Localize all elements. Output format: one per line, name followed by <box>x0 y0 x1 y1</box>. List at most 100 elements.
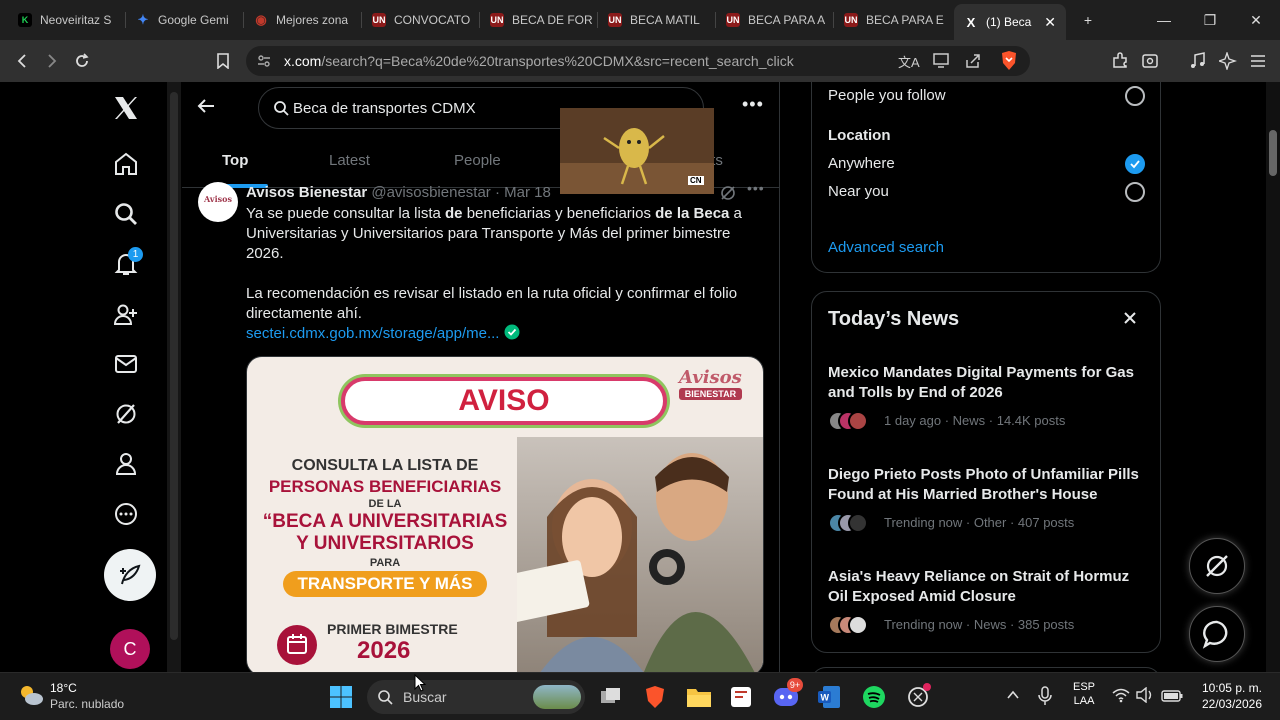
browser-tab[interactable]: K Neoveiritaz S <box>8 6 126 34</box>
brave-shield-icon[interactable] <box>1000 50 1018 76</box>
cast-icon[interactable] <box>932 52 950 73</box>
news-avatars <box>828 513 876 533</box>
weather-desc[interactable]: Parc. nublado <box>50 697 124 711</box>
floating-video-player[interactable]: CN <box>560 108 714 194</box>
start-button[interactable] <box>326 682 356 712</box>
forward-icon[interactable] <box>38 48 64 74</box>
share-icon[interactable] <box>964 52 982 75</box>
post-image[interactable]: AVISO Avisos BIENESTAR CONSULTA LA LISTA… <box>246 356 764 672</box>
browser-tab[interactable]: ◉ Mejores zona <box>244 6 362 34</box>
messages-icon[interactable] <box>106 344 146 384</box>
profile-icon[interactable] <box>106 444 146 484</box>
notification-badge: 1 <box>128 247 143 262</box>
tab-top[interactable]: Top <box>222 152 248 169</box>
account-avatar[interactable]: C <box>110 629 150 669</box>
page-scrollbar[interactable] <box>1266 82 1280 672</box>
browser-tab[interactable]: UN BECA PARA E <box>834 6 952 34</box>
anywhere-radio[interactable] <box>1125 154 1145 174</box>
anywhere-label[interactable]: Anywhere <box>828 155 895 172</box>
near-you-radio[interactable] <box>1125 182 1145 202</box>
notifications-icon[interactable]: 1 <box>106 244 146 284</box>
todays-news-card: Today’s News Mexico Mandates Digital Pay… <box>811 291 1161 653</box>
check-icon <box>1130 160 1140 169</box>
tab-favicon: UN <box>844 13 858 27</box>
more-options-icon[interactable]: ••• <box>742 94 764 115</box>
extensions-icon[interactable] <box>1107 48 1133 74</box>
wifi-icon[interactable] <box>1112 687 1130 708</box>
back-arrow-icon[interactable] <box>196 96 216 121</box>
show-hidden-icons[interactable] <box>1006 688 1020 707</box>
search-highlight-image <box>533 685 581 709</box>
aviso-banner: AVISO <box>341 377 667 425</box>
tab-favicon: UN <box>726 13 740 27</box>
volume-icon[interactable] <box>1136 686 1154 708</box>
file-explorer-icon[interactable] <box>684 682 714 712</box>
microphone-icon[interactable] <box>1038 686 1052 711</box>
reload-icon[interactable] <box>69 48 95 74</box>
grok-icon[interactable] <box>106 394 146 434</box>
browser-tab[interactable]: UN BECA DE FOR <box>480 6 598 34</box>
translate-icon[interactable]: 文A <box>898 52 920 71</box>
news-item-title[interactable]: Mexico Mandates Digital Payments for Gas… <box>828 363 1148 403</box>
explore-icon[interactable] <box>106 194 146 234</box>
author-avatar[interactable]: Avisos <box>198 182 238 222</box>
snipping-tool-icon[interactable] <box>726 682 756 712</box>
x-logo-icon: X <box>966 14 976 30</box>
tab-label: BECA PARA E <box>866 13 944 27</box>
brave-app-icon[interactable] <box>640 682 670 712</box>
author-name[interactable]: Avisos Bienestar <box>246 184 367 201</box>
news-heading: Today’s News <box>828 308 960 330</box>
follow-icon[interactable] <box>106 294 146 334</box>
compose-post-button[interactable] <box>104 549 156 601</box>
taskbar-search[interactable]: Buscar <box>367 680 585 714</box>
home-icon[interactable] <box>106 144 146 184</box>
post-link[interactable]: sectei.cdmx.gob.mx/storage/app/me... <box>246 324 520 342</box>
main-scrollbar[interactable] <box>167 82 181 672</box>
browser-tab[interactable]: ✦ Google Gemi <box>126 6 244 34</box>
address-bar[interactable]: x.com/search?q=Beca%20de%20transportes%2… <box>246 46 1030 76</box>
tab-latest[interactable]: Latest <box>329 152 370 169</box>
post-header: Avisos Bienestar @avisosbienestar · Mar … <box>246 184 551 201</box>
browser-tab[interactable]: UN CONVOCATO <box>362 6 480 34</box>
close-window-icon[interactable]: ✕ <box>1236 8 1276 32</box>
word-icon[interactable]: W <box>814 682 844 712</box>
advanced-search-link[interactable]: Advanced search <box>828 239 944 256</box>
spotify-icon[interactable] <box>859 682 889 712</box>
chat-fab[interactable] <box>1189 606 1245 662</box>
task-view-icon[interactable] <box>596 682 626 712</box>
media-icon[interactable] <box>1185 48 1211 74</box>
minimize-icon[interactable]: — <box>1144 8 1184 32</box>
post-date[interactable]: Mar 18 <box>504 184 551 201</box>
people-filter-label[interactable]: People you follow <box>828 87 946 104</box>
new-tab-icon[interactable]: + <box>1068 8 1108 32</box>
news-item-title[interactable]: Asia's Heavy Reliance on Strait of Hormu… <box>828 567 1148 607</box>
weather-icon[interactable] <box>18 683 44 712</box>
battery-icon[interactable] <box>1161 689 1183 707</box>
people-follow-radio[interactable] <box>1125 86 1145 106</box>
close-icon[interactable] <box>1122 310 1138 331</box>
clock[interactable]: 10:05 p. m. 22/03/2026 <box>1196 681 1262 711</box>
browser-tab[interactable]: UN BECA PARA A <box>716 6 834 34</box>
bookmark-icon[interactable] <box>210 48 236 74</box>
tab-people[interactable]: People <box>454 152 501 169</box>
browser-tab-active[interactable]: X (1) Beca ✕ <box>954 4 1066 40</box>
grok-fab[interactable] <box>1189 538 1245 594</box>
author-handle[interactable]: @avisosbienestar <box>371 184 490 201</box>
x-logo-icon[interactable] <box>106 88 146 128</box>
wallet-icon[interactable] <box>1137 48 1163 74</box>
weather-temp[interactable]: 18°C <box>50 681 77 695</box>
menu-icon[interactable] <box>1245 48 1271 74</box>
more-icon[interactable] <box>106 494 146 534</box>
restore-icon[interactable]: ❐ <box>1190 8 1230 32</box>
discord-icon[interactable]: 9+ <box>771 678 803 712</box>
language-indicator[interactable]: ESP LAA <box>1073 681 1095 707</box>
site-settings-icon[interactable] <box>256 53 272 74</box>
post-more-icon[interactable]: ••• <box>747 180 765 196</box>
news-item-title[interactable]: Diego Prieto Posts Photo of Unfamiliar P… <box>828 465 1148 505</box>
browser-tab[interactable]: UN BECA MATIL <box>598 6 716 34</box>
near-you-label[interactable]: Near you <box>828 183 889 200</box>
leo-ai-icon[interactable] <box>1215 48 1241 74</box>
tab-close-icon[interactable]: ✕ <box>1044 14 1056 31</box>
back-icon[interactable] <box>10 48 36 74</box>
chatgpt-icon[interactable] <box>903 682 933 712</box>
